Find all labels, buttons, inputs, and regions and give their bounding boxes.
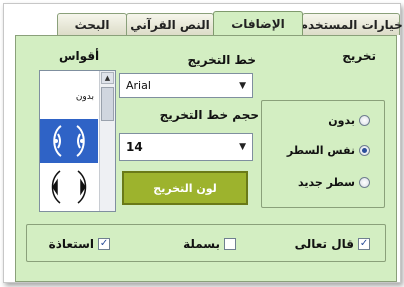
scroll-thumb[interactable]: [101, 87, 114, 121]
ornate-bracket-icon: [51, 170, 87, 204]
radio-new-line[interactable]: [359, 177, 370, 188]
radio-same-line[interactable]: [359, 145, 370, 156]
tab-quran-text[interactable]: النص القرآني: [126, 13, 214, 35]
bracket-item-none[interactable]: بدون: [40, 75, 98, 119]
checkbox-qal-taala[interactable]: ✓: [358, 238, 370, 250]
brackets-label: أقواس: [59, 49, 100, 63]
radio-option-same-line[interactable]: نفس السطر: [287, 144, 370, 157]
brackets-scrollbar[interactable]: ▲: [99, 71, 115, 211]
radio-none[interactable]: [359, 115, 370, 126]
radio-option-none[interactable]: بدون: [328, 114, 370, 127]
check-istiadha-label: استعاذة: [48, 237, 94, 251]
dialog-frame: خيارات المستخدم الإضافات النص القرآني ال…: [3, 3, 403, 283]
check-istiadha[interactable]: ✓ استعاذة: [49, 237, 110, 251]
size-select-value: 14: [126, 140, 143, 154]
size-label: حجم خط التخريج: [159, 108, 259, 122]
color-button[interactable]: لون التخريج: [122, 171, 248, 205]
radio-same-line-label: نفس السطر: [286, 144, 355, 157]
tab-search[interactable]: البحث: [57, 13, 127, 35]
bracket-item-ornate-2[interactable]: [40, 165, 98, 209]
font-select[interactable]: Arial ▼: [119, 73, 253, 98]
check-qal-taala[interactable]: ✓ قال تعالى: [295, 237, 370, 251]
takhrij-label: تخريج: [342, 49, 376, 63]
font-label: خط التخريج: [187, 53, 256, 67]
scroll-up-icon[interactable]: ▲: [101, 72, 114, 84]
check-basmala[interactable]: بسملة: [183, 237, 236, 251]
checkbox-istiadha[interactable]: ✓: [98, 238, 110, 250]
size-select[interactable]: 14 ▼: [119, 133, 253, 161]
check-basmala-label: بسملة: [183, 237, 220, 251]
font-select-value: Arial: [126, 79, 151, 92]
radio-new-line-label: سطر جديد: [298, 176, 355, 189]
bracket-item-ornate-1[interactable]: [40, 119, 98, 163]
tab-additions[interactable]: الإضافات: [213, 11, 303, 35]
ornate-bracket-icon: [53, 125, 85, 157]
tab-bar: خيارات المستخدم الإضافات النص القرآني ال…: [28, 11, 403, 35]
chevron-down-icon[interactable]: ▼: [239, 81, 246, 91]
check-qal-taala-label: قال تعالى: [294, 237, 354, 251]
radio-option-new-line[interactable]: سطر جديد: [298, 176, 370, 189]
tab-user-options[interactable]: خيارات المستخدم: [299, 13, 403, 35]
checkbox-basmala[interactable]: [224, 238, 236, 250]
brackets-listbox[interactable]: بدون ▲: [39, 70, 116, 212]
chevron-down-icon[interactable]: ▼: [239, 142, 246, 152]
radio-none-label: بدون: [328, 114, 355, 127]
